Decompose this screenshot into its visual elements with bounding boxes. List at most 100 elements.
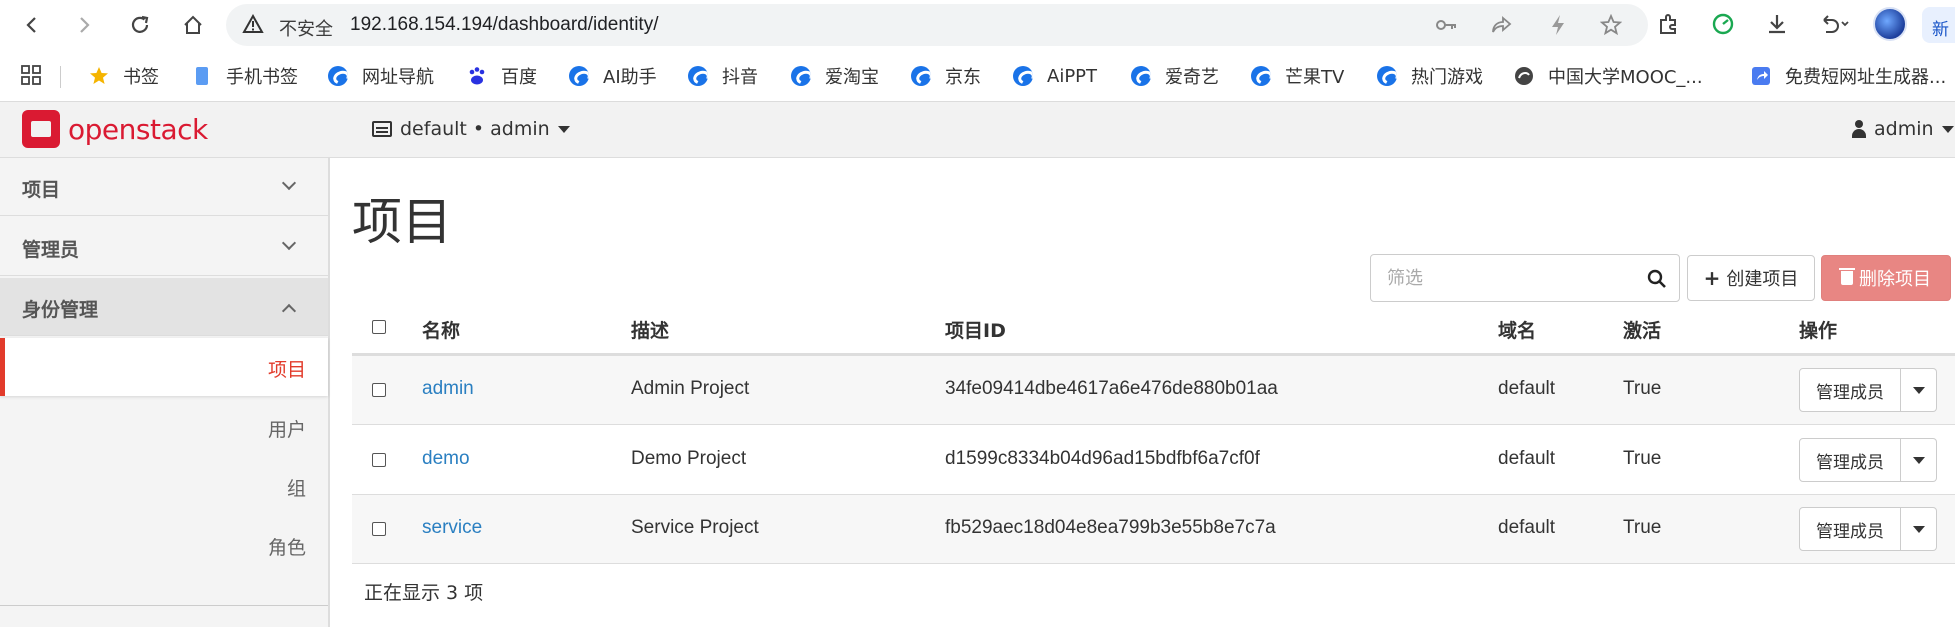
select-all-checkbox[interactable] — [372, 320, 386, 334]
filter-input[interactable] — [1387, 265, 1627, 291]
bookmark-item[interactable]: 中国大学MOOC_... — [1514, 62, 1703, 90]
bookmark-item[interactable]: 爱奇艺 — [1131, 62, 1219, 90]
speed-gauge-icon[interactable] — [1708, 9, 1738, 39]
user-menu-dropdown[interactable]: admin — [1852, 118, 1954, 140]
create-project-button[interactable]: + 创建项目 — [1687, 255, 1815, 301]
bookmark-label: 百度 — [501, 67, 537, 88]
bookmarks-bar: 书签 手机书签 网址导航 百度 AI助手 抖音 爱淘宝 京东 AiPPT 爱奇艺… — [0, 50, 1955, 102]
star-icon — [89, 66, 109, 86]
filter-field[interactable] — [1370, 254, 1680, 302]
new-button[interactable]: 新 — [1922, 7, 1955, 43]
table-row: admin Admin Project 34fe09414dbe4617a6e4… — [352, 356, 1955, 425]
sidebar-section-identity[interactable]: 身份管理 — [0, 278, 328, 336]
sidebar-divider — [0, 605, 328, 606]
plus-icon: + — [1703, 266, 1721, 290]
url-text[interactable]: 192.168.154.194/dashboard/identity/ — [350, 14, 658, 36]
bookmark-item[interactable]: AiPPT — [1013, 62, 1097, 90]
bookmarks-separator — [60, 66, 61, 88]
manage-members-button[interactable]: 管理成员 — [1799, 438, 1901, 482]
edge-icon — [1377, 66, 1397, 86]
more-actions-dropdown[interactable] — [1901, 438, 1937, 482]
warning-icon — [242, 13, 264, 38]
download-icon[interactable] — [1762, 9, 1792, 39]
project-context-dropdown[interactable]: default • admin — [372, 118, 570, 140]
sidebar-item-groups[interactable]: 组 — [0, 457, 328, 515]
key-icon[interactable] — [1435, 13, 1459, 37]
trash-icon — [1839, 268, 1855, 285]
bookmark-item[interactable]: 网址导航 — [328, 62, 434, 90]
manage-members-button[interactable]: 管理成员 — [1799, 368, 1901, 412]
home-icon[interactable] — [175, 7, 211, 43]
column-header-enabled[interactable]: 激活 — [1623, 316, 1661, 343]
sidebar-section-admin[interactable]: 管理员 — [0, 218, 328, 276]
lightning-icon[interactable] — [1546, 13, 1570, 37]
openstack-logo-icon — [22, 110, 60, 148]
row-checkbox[interactable] — [372, 522, 386, 536]
bookmark-item[interactable]: 抖音 — [688, 62, 758, 90]
undo-menu-icon[interactable] — [1816, 9, 1852, 39]
profile-avatar[interactable] — [1873, 7, 1907, 41]
edge-icon — [1013, 66, 1033, 86]
edge-icon — [911, 66, 931, 86]
share-icon[interactable] — [1489, 13, 1513, 37]
bookmark-label: 抖音 — [722, 67, 758, 88]
sidebar-section-label: 管理员 — [22, 239, 80, 261]
user-icon — [1852, 120, 1866, 138]
column-header-project-id[interactable]: 项目ID — [945, 316, 1006, 343]
openstack-header: openstack default • admin admin — [0, 102, 1955, 158]
row-actions: 管理成员 — [1799, 368, 1937, 412]
openstack-logo[interactable]: openstack — [22, 110, 208, 148]
bookmark-item[interactable]: 手机书签 — [192, 62, 298, 90]
star-outline-icon[interactable] — [1599, 13, 1623, 37]
bookmark-label: 免费短网址生成器... — [1785, 67, 1947, 88]
column-header-domain[interactable]: 域名 — [1498, 316, 1536, 343]
sidebar-item-projects[interactable]: 项目 — [0, 338, 328, 396]
sidebar-item-users[interactable]: 用户 — [0, 398, 328, 456]
forward-icon[interactable] — [66, 7, 102, 43]
row-checkbox[interactable] — [372, 383, 386, 397]
sidebar-item-roles[interactable]: 角色 — [0, 516, 328, 574]
back-icon[interactable] — [14, 7, 50, 43]
apps-grid-icon[interactable] — [20, 64, 42, 90]
bookmark-item[interactable]: 京东 — [911, 62, 981, 90]
sidebar-section-project[interactable]: 项目 — [0, 158, 328, 216]
sidebar-section-label: 身份管理 — [22, 299, 99, 321]
project-name-link[interactable]: demo — [422, 448, 470, 470]
reload-icon[interactable] — [122, 7, 158, 43]
insecure-label[interactable]: 不安全 — [279, 15, 333, 41]
bookmark-label: 手机书签 — [226, 67, 298, 88]
bookmark-item[interactable]: AI助手 — [569, 62, 657, 90]
search-icon[interactable] — [1647, 269, 1667, 293]
column-header-actions: 操作 — [1799, 320, 1838, 342]
bookmark-item[interactable]: 书签 — [89, 62, 159, 90]
project-description: Admin Project — [631, 378, 750, 399]
edge-icon — [569, 66, 589, 86]
bookmark-item[interactable]: 免费短网址生成器... — [1751, 62, 1946, 90]
project-domain: default — [1498, 448, 1556, 469]
manage-members-button[interactable]: 管理成员 — [1799, 507, 1901, 551]
column-header-name[interactable]: 名称 — [422, 316, 460, 343]
more-actions-dropdown[interactable] — [1901, 368, 1937, 412]
context-label: default • admin — [400, 118, 550, 140]
address-bar[interactable]: 不安全 192.168.154.194/dashboard/identity/ — [226, 4, 1648, 46]
table-row: demo Demo Project d1599c8334b04d96ad15bd… — [352, 426, 1955, 495]
bookmark-label: 网址导航 — [362, 67, 434, 88]
create-project-label: 创建项目 — [1726, 269, 1799, 290]
delete-projects-label: 删除项目 — [1859, 269, 1931, 290]
caret-down-icon — [557, 125, 570, 133]
column-header-description[interactable]: 描述 — [631, 316, 669, 343]
bookmark-label: 书签 — [123, 67, 159, 88]
item-count: 正在显示 3 项 — [364, 582, 484, 604]
project-name-link[interactable]: admin — [422, 378, 474, 400]
bookmark-item[interactable]: 芒果TV — [1251, 62, 1344, 90]
project-id: 34fe09414dbe4617a6e476de880b01aa — [945, 378, 1278, 399]
bookmark-item[interactable]: 百度 — [467, 62, 537, 90]
extensions-icon[interactable] — [1654, 9, 1684, 39]
more-actions-dropdown[interactable] — [1901, 507, 1937, 551]
delete-projects-button[interactable]: 删除项目 — [1821, 255, 1951, 301]
row-checkbox[interactable] — [372, 453, 386, 467]
caret-down-icon — [1912, 456, 1925, 464]
bookmark-item[interactable]: 爱淘宝 — [791, 62, 879, 90]
project-name-link[interactable]: service — [422, 517, 482, 539]
bookmark-item[interactable]: 热门游戏 — [1377, 62, 1483, 90]
